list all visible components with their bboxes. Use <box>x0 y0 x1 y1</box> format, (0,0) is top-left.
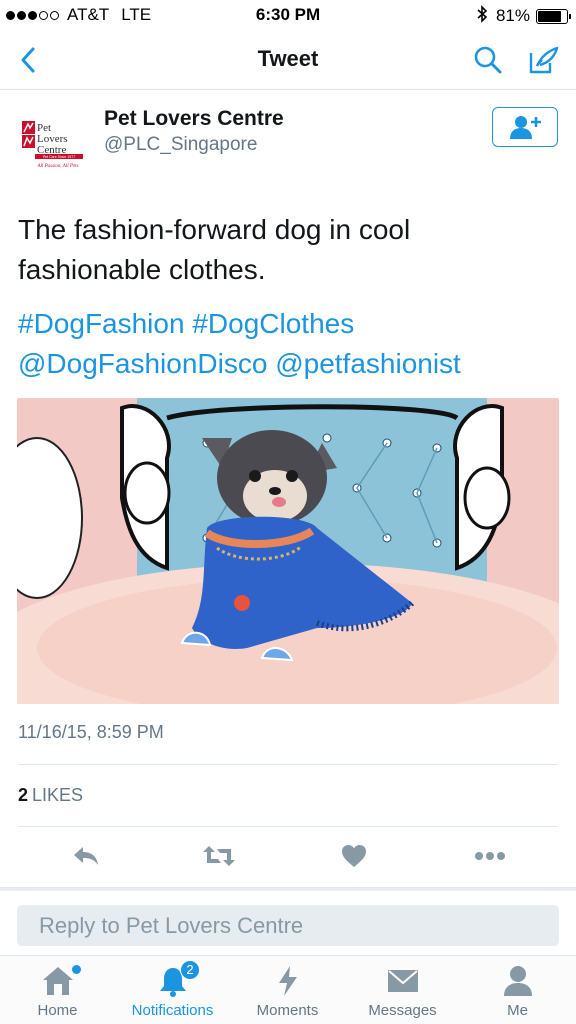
battery-icon <box>536 8 571 24</box>
likes-label: LIKES <box>32 785 84 805</box>
divider <box>18 764 558 765</box>
likes-count: 2 <box>18 785 29 805</box>
nav-bar: Tweet <box>0 30 576 90</box>
tweet-actions <box>0 827 576 885</box>
reply-icon <box>74 847 98 865</box>
more-icon <box>475 852 505 860</box>
tab-me-label: Me <box>507 1002 528 1019</box>
search-button[interactable] <box>470 42 506 78</box>
more-button[interactable] <box>470 839 510 873</box>
tab-notifications-label: Notifications <box>131 1002 214 1019</box>
bell-icon <box>115 964 230 998</box>
likes-summary[interactable]: 2 LIKES <box>18 785 83 806</box>
lightning-icon <box>230 964 345 998</box>
notifications-badge: 2 <box>180 960 200 980</box>
tab-moments-label: Moments <box>256 1002 319 1019</box>
follow-button[interactable] <box>492 107 558 147</box>
reply-area <box>0 891 576 954</box>
retweet-button[interactable] <box>199 839 239 873</box>
svg-text:All Passion, All Pets: All Passion, All Pets <box>36 164 78 169</box>
tab-home-label: Home <box>37 1002 78 1019</box>
hashtag-dogfashion[interactable]: #DogFashion <box>18 308 185 339</box>
tab-moments[interactable]: Moments <box>230 956 345 1024</box>
pet-lovers-centre-logo: Pet Lovers Centre Pet Care Since 1977 Al… <box>22 121 83 169</box>
add-user-icon <box>510 116 541 139</box>
mention-dogfashiondisco[interactable]: @DogFashionDisco <box>18 348 267 379</box>
like-button[interactable] <box>334 839 374 873</box>
status-right: 81% <box>476 5 571 27</box>
compose-icon <box>529 46 559 74</box>
hashtag-dogclothes[interactable]: #DogClothes <box>192 308 354 339</box>
author-handle[interactable]: @PLC_Singapore <box>104 134 257 156</box>
reply-input[interactable] <box>17 905 559 946</box>
like-icon <box>342 845 366 867</box>
tweet-photo[interactable] <box>17 398 559 704</box>
author-name[interactable]: Pet Lovers Centre <box>104 107 284 131</box>
back-button[interactable] <box>10 42 46 78</box>
tab-messages-label: Messages <box>368 1002 437 1019</box>
avatar[interactable]: Pet Lovers Centre Pet Care Since 1977 Al… <box>18 113 90 173</box>
bluetooth-icon <box>476 5 488 27</box>
tweet-header: Pet Lovers Centre Pet Care Since 1977 Al… <box>0 91 576 187</box>
chevron-left-icon <box>21 47 35 73</box>
tab-messages[interactable]: Messages <box>345 956 460 1024</box>
svg-text:Pet Care Since 1977: Pet Care Since 1977 <box>43 155 75 159</box>
home-unread-dot <box>72 965 81 974</box>
retweet-icon <box>203 846 235 866</box>
status-bar: AT&T LTE 6:30 PM 81% <box>0 0 576 30</box>
envelope-icon <box>345 964 460 998</box>
compose-button[interactable] <box>526 42 562 78</box>
reply-button[interactable] <box>66 839 106 873</box>
tab-bar: Home 2 Notifications Moments Messages Me <box>0 955 576 1024</box>
tab-home[interactable]: Home <box>0 956 115 1024</box>
tab-notifications[interactable]: 2 Notifications <box>115 956 230 1024</box>
tweet-timestamp: 11/16/15, 8:59 PM <box>18 722 164 742</box>
tab-me[interactable]: Me <box>460 956 575 1024</box>
search-icon <box>474 46 502 74</box>
tweet-text: The fashion-forward dog in cool fashiona… <box>18 214 411 285</box>
home-icon <box>0 964 115 998</box>
mention-petfashionist[interactable]: @petfashionist <box>275 348 461 379</box>
battery-level-fill <box>538 10 561 22</box>
battery-percent: 81% <box>495 6 530 25</box>
tweet-links: #DogFashion #DogClothes @DogFashionDisco… <box>18 304 558 384</box>
person-icon <box>460 964 575 998</box>
